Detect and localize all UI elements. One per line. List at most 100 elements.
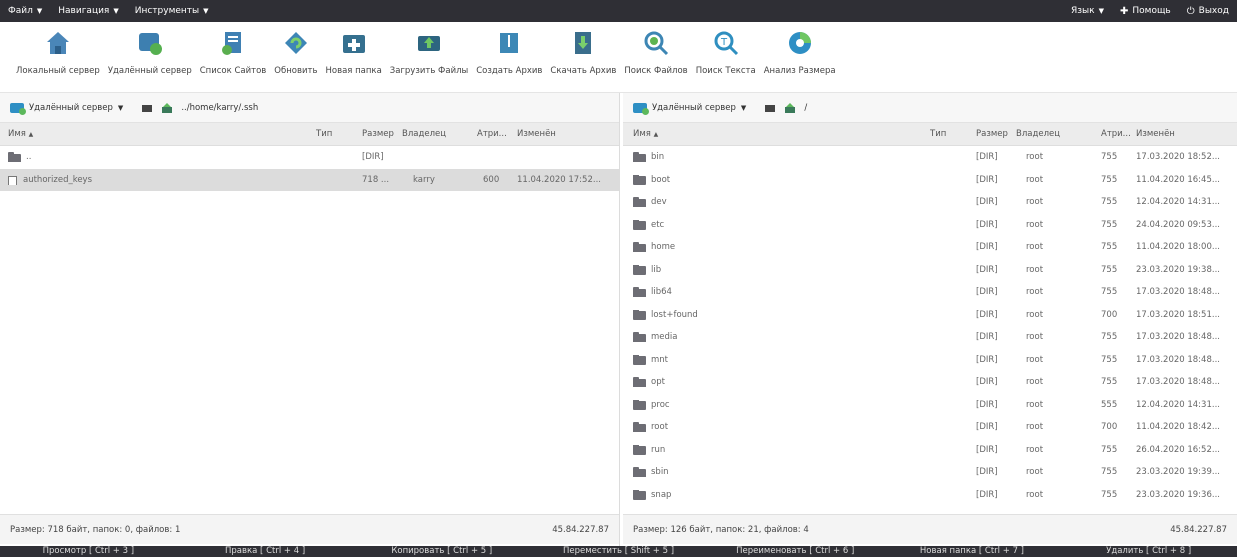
drive-icon[interactable]: [141, 103, 153, 113]
menu-file[interactable]: Файл ▼: [0, 0, 50, 22]
file-name: snap: [651, 489, 672, 500]
file-name-cell: bin: [623, 152, 930, 163]
menu-help[interactable]: ✚ Помощь: [1112, 0, 1179, 22]
col-name[interactable]: Имя ▲: [0, 129, 316, 139]
search-text-button[interactable]: T Поиск Текста: [692, 22, 760, 76]
table-row[interactable]: root [DIR] root 700 11.04.2020 18:42...: [623, 416, 1237, 439]
move-button[interactable]: Переместить [ Shift + 5 ]: [530, 546, 707, 557]
drive-icon[interactable]: [764, 103, 776, 113]
view-button[interactable]: Просмотр [ Ctrl + 3 ]: [0, 546, 177, 557]
file-name: authorized_keys: [23, 174, 93, 185]
table-row[interactable]: lib64 [DIR] root 755 17.03.2020 18:48...: [623, 281, 1237, 304]
file-owner: root: [1026, 242, 1044, 253]
site-list-button[interactable]: Список Сайтов: [196, 22, 271, 76]
table-row[interactable]: etc [DIR] root 755 24.04.2020 09:53...: [623, 214, 1237, 237]
right-server-label: Удалённый сервер: [652, 102, 736, 113]
table-row[interactable]: bin [DIR] root 755 17.03.2020 18:52...: [623, 146, 1237, 169]
table-row[interactable]: sbin [DIR] root 755 23.03.2020 19:39...: [623, 461, 1237, 484]
file-name: dev: [651, 197, 667, 208]
table-row[interactable]: opt [DIR] root 755 17.03.2020 18:48...: [623, 371, 1237, 394]
file-modified: 17.03.2020 18:48...: [1136, 287, 1220, 298]
create-archive-button[interactable]: Создать Архив: [472, 22, 546, 76]
file-name: ..: [26, 152, 32, 163]
search-files-button[interactable]: Поиск Файлов: [620, 22, 691, 76]
file-name: mnt: [651, 354, 668, 365]
menu-language[interactable]: Язык ▼: [1063, 0, 1112, 22]
file-modified: 17.03.2020 18:48...: [1136, 377, 1220, 388]
menu-tools[interactable]: Инструменты ▼: [127, 0, 217, 22]
left-server-selector[interactable]: Удалённый сервер ▼: [10, 102, 123, 115]
file-attr: 700: [1101, 422, 1118, 433]
file-name-cell: sbin: [623, 467, 930, 478]
col-owner[interactable]: Владелец: [402, 129, 477, 139]
file-owner: root: [1026, 377, 1044, 388]
file-name-cell: lib: [623, 264, 930, 275]
local-server-button[interactable]: Локальный сервер: [12, 22, 104, 76]
col-type[interactable]: Тип: [316, 129, 362, 139]
menu-navigation[interactable]: Навигация ▼: [50, 0, 126, 22]
remote-server-button[interactable]: Удалённый сервер: [104, 22, 196, 76]
left-path[interactable]: ../home/karry/.ssh: [181, 103, 258, 113]
new-folder-fkey-button[interactable]: Новая папка [ Ctrl + 7 ]: [884, 546, 1061, 557]
file-size: [DIR]: [976, 444, 998, 455]
table-row[interactable]: lost+found [DIR] root 700 17.03.2020 18:51..…: [623, 304, 1237, 327]
edit-button[interactable]: Правка [ Ctrl + 4 ]: [177, 546, 354, 557]
file-size: [DIR]: [976, 174, 998, 185]
table-row[interactable]: mnt [DIR] root 755 17.03.2020 18:48...: [623, 349, 1237, 372]
right-column-header: Имя ▲ Тип Размер Владелец Атри... Изменё…: [623, 123, 1237, 146]
col-size[interactable]: Размер: [976, 129, 1016, 139]
upload-folder-icon[interactable]: [161, 102, 173, 113]
refresh-button[interactable]: Обновить: [270, 22, 321, 76]
download-archive-button[interactable]: Скачать Архив: [546, 22, 620, 76]
svg-text:T: T: [720, 37, 728, 48]
col-modified[interactable]: Изменён: [517, 129, 617, 139]
file-owner: root: [1026, 332, 1044, 343]
table-row[interactable]: run [DIR] root 755 26.04.2020 16:52...: [623, 439, 1237, 462]
table-row[interactable]: lib [DIR] root 755 23.03.2020 19:38...: [623, 259, 1237, 282]
caret-down-icon: ▼: [113, 7, 119, 15]
file-attr: 755: [1101, 264, 1118, 275]
table-row[interactable]: dev [DIR] root 755 12.04.2020 14:31...: [623, 191, 1237, 214]
upload-files-button[interactable]: Загрузить Файлы: [386, 22, 472, 76]
col-name[interactable]: Имя ▲: [623, 129, 930, 139]
file-name: lib: [651, 264, 662, 275]
table-row[interactable]: boot [DIR] root 755 11.04.2020 16:45...: [623, 169, 1237, 192]
right-status-text: Размер: 126 байт, папок: 21, файлов: 4: [633, 524, 809, 535]
file-name: boot: [651, 174, 671, 185]
table-row[interactable]: snap [DIR] root 755 23.03.2020 19:36...: [623, 484, 1237, 507]
delete-button[interactable]: Удалить [ Ctrl + 8 ]: [1060, 546, 1237, 557]
col-owner[interactable]: Владелец: [1016, 129, 1101, 139]
rename-button[interactable]: Переименовать [ Ctrl + 6 ]: [707, 546, 884, 557]
table-row[interactable]: .. [DIR]: [0, 146, 619, 169]
col-attr[interactable]: Атри...: [1101, 129, 1136, 139]
file-name: opt: [651, 377, 665, 388]
table-row[interactable]: proc [DIR] root 555 12.04.2020 14:31...: [623, 394, 1237, 417]
right-path-bar: Удалённый сервер ▼ /: [623, 93, 1237, 123]
folder-icon: [633, 174, 646, 185]
col-modified[interactable]: Изменён: [1136, 129, 1236, 139]
table-row[interactable]: media [DIR] root 755 17.03.2020 18:48...: [623, 326, 1237, 349]
file-attr: 700: [1101, 309, 1118, 320]
file-name: bin: [651, 152, 665, 163]
col-size[interactable]: Размер: [362, 129, 402, 139]
tool-label: Новая папка: [325, 66, 382, 76]
menu-logout[interactable]: ⏻ Выход: [1179, 0, 1237, 22]
tool-label: Загрузить Файлы: [389, 66, 469, 76]
file-size: [DIR]: [976, 197, 998, 208]
tool-label: Анализ Размера: [763, 66, 836, 76]
table-row[interactable]: home [DIR] root 755 11.04.2020 18:00...: [623, 236, 1237, 259]
new-folder-button[interactable]: Новая папка: [321, 22, 385, 76]
file-owner: root: [1026, 219, 1044, 230]
col-type[interactable]: Тип: [930, 129, 976, 139]
size-analysis-button[interactable]: Анализ Размера: [760, 22, 840, 76]
right-path[interactable]: /: [804, 103, 807, 113]
right-server-selector[interactable]: Удалённый сервер ▼: [633, 102, 746, 115]
col-attr[interactable]: Атри...: [477, 129, 517, 139]
file-owner: root: [1026, 489, 1044, 500]
file-size: [DIR]: [976, 332, 998, 343]
table-row[interactable]: authorized_keys 718 ... karry 600 11.04.…: [0, 168, 619, 191]
copy-button[interactable]: Копировать [ Ctrl + 5 ]: [353, 546, 530, 557]
file-modified: 11.04.2020 16:45...: [1136, 174, 1220, 185]
file-name: sbin: [651, 467, 669, 478]
upload-folder-icon[interactable]: [784, 102, 796, 113]
